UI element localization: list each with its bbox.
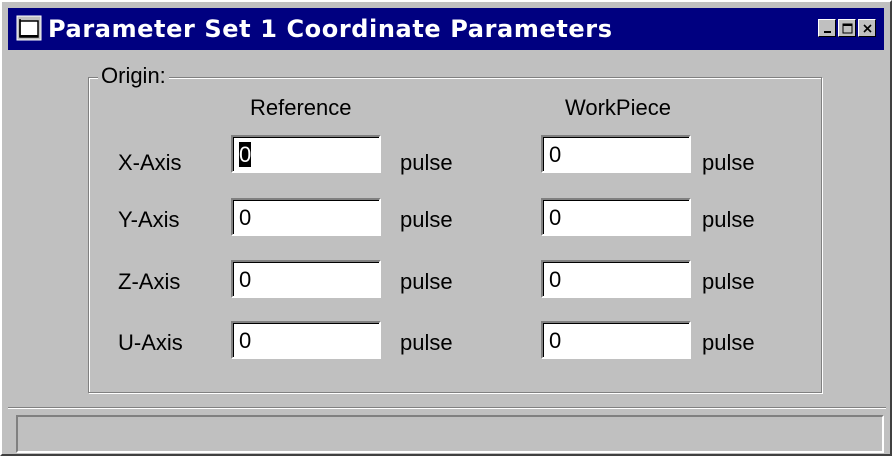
coordinate-parameters-window: Parameter Set 1 Coordinate Parameters Or… bbox=[0, 0, 892, 456]
x-axis-workpiece-unit: pulse bbox=[702, 150, 755, 175]
y-axis-workpiece-input[interactable]: 0 bbox=[541, 198, 691, 236]
u-axis-reference-unit: pulse bbox=[400, 330, 453, 355]
close-icon bbox=[863, 24, 872, 33]
y-axis-workpiece-value: 0 bbox=[549, 205, 562, 230]
u-axis-workpiece-unit: pulse bbox=[702, 330, 755, 355]
status-divider bbox=[8, 407, 886, 409]
u-axis-label: U-Axis bbox=[118, 330, 183, 355]
close-button[interactable] bbox=[858, 19, 876, 37]
y-axis-reference-value: 0 bbox=[239, 205, 252, 230]
minimize-icon bbox=[824, 31, 831, 33]
y-axis-label: Y-Axis bbox=[118, 207, 180, 232]
z-axis-reference-value: 0 bbox=[239, 267, 252, 292]
y-axis-reference-input[interactable]: 0 bbox=[231, 198, 381, 236]
window-title: Parameter Set 1 Coordinate Parameters bbox=[48, 15, 613, 43]
title-buttons bbox=[818, 19, 876, 37]
z-axis-workpiece-input[interactable]: 0 bbox=[541, 260, 691, 298]
minimize-button[interactable] bbox=[818, 19, 836, 37]
y-axis-reference-unit: pulse bbox=[400, 207, 453, 232]
z-axis-label: Z-Axis bbox=[118, 269, 181, 294]
x-axis-reference-unit: pulse bbox=[400, 150, 453, 175]
x-axis-reference-value: 0 bbox=[239, 142, 252, 167]
origin-legend: Origin: bbox=[98, 63, 169, 89]
z-axis-workpiece-value: 0 bbox=[549, 267, 562, 292]
y-axis-workpiece-unit: pulse bbox=[702, 207, 755, 232]
status-bar bbox=[16, 415, 884, 453]
maximize-icon bbox=[842, 23, 853, 34]
x-axis-workpiece-value: 0 bbox=[549, 142, 562, 167]
app-window-icon[interactable] bbox=[16, 15, 42, 41]
workpiece-column-header: WorkPiece bbox=[565, 95, 671, 120]
u-axis-reference-value: 0 bbox=[239, 328, 252, 353]
title-bar[interactable]: Parameter Set 1 Coordinate Parameters bbox=[8, 8, 884, 50]
u-axis-workpiece-input[interactable]: 0 bbox=[541, 321, 691, 359]
maximize-button[interactable] bbox=[838, 19, 856, 37]
u-axis-workpiece-value: 0 bbox=[549, 328, 562, 353]
x-axis-reference-input[interactable]: 0 bbox=[231, 135, 381, 173]
z-axis-workpiece-unit: pulse bbox=[702, 269, 755, 294]
x-axis-workpiece-input[interactable]: 0 bbox=[541, 135, 691, 173]
x-axis-label: X-Axis bbox=[118, 150, 182, 175]
z-axis-reference-unit: pulse bbox=[400, 269, 453, 294]
u-axis-reference-input[interactable]: 0 bbox=[231, 321, 381, 359]
reference-column-header: Reference bbox=[250, 95, 352, 120]
z-axis-reference-input[interactable]: 0 bbox=[231, 260, 381, 298]
